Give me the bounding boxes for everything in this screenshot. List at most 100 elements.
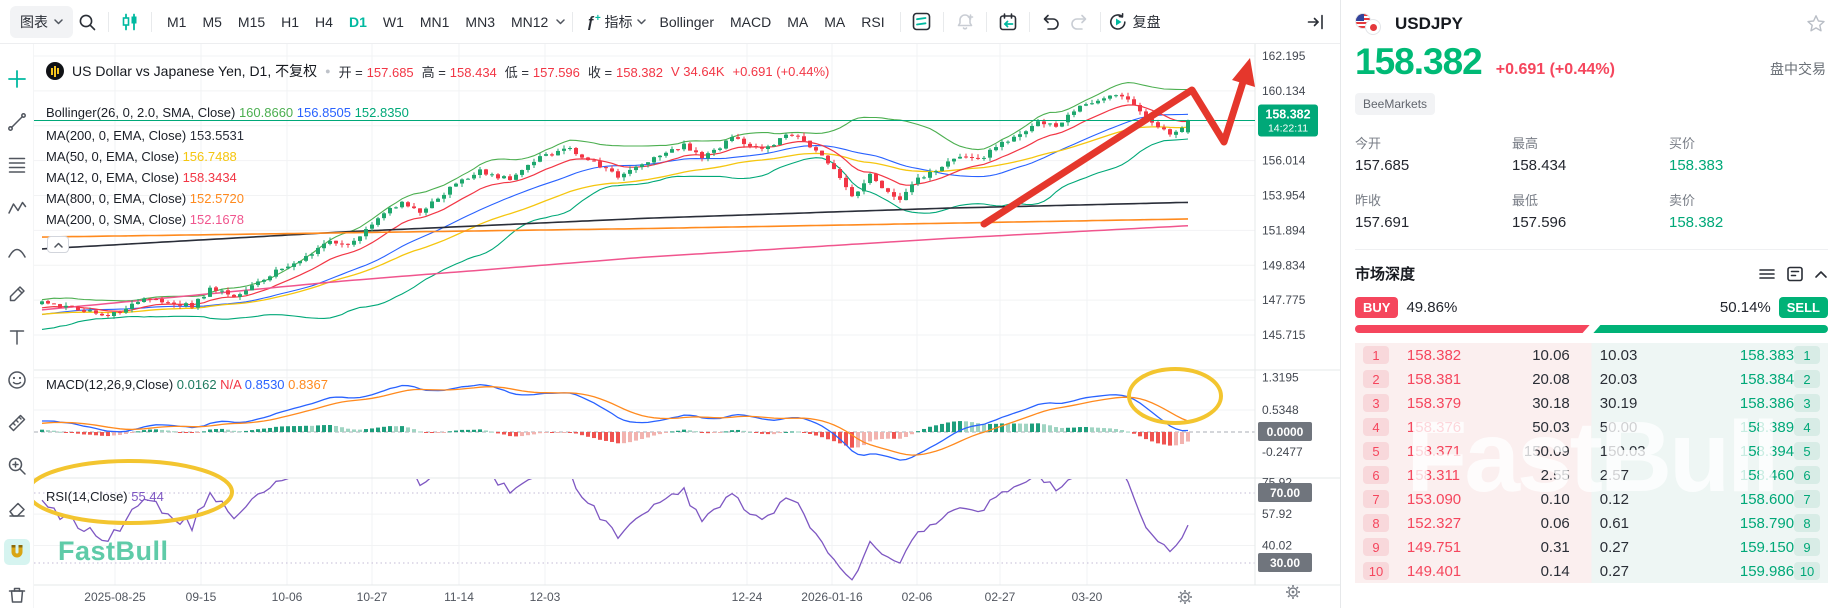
chart-type-menu[interactable]: 图表: [10, 6, 73, 38]
indicator-shortcut-macd[interactable]: MACD: [722, 14, 779, 30]
stat-prev-close: 昨收157.691: [1355, 190, 1512, 231]
undo-icon[interactable]: [1037, 8, 1065, 36]
market-depth-title: 市场深度: [1355, 263, 1415, 284]
depth-table[interactable]: 1158.38210.0610.03158.38312158.38120.082…: [1355, 343, 1828, 583]
buy-price: 158.381: [1407, 371, 1503, 388]
buy-volume: 50.03: [1503, 419, 1570, 436]
close-label: 收 =: [588, 65, 612, 80]
low-label: 低 =: [505, 65, 529, 80]
collapse-depth-icon[interactable]: [1814, 269, 1828, 279]
curve-tool-icon[interactable]: [4, 238, 30, 264]
timeframe-chevron-down-icon[interactable]: [556, 19, 565, 25]
text-tool-icon[interactable]: [4, 324, 30, 350]
toolbar-divider: [572, 12, 573, 32]
replay-button[interactable]: 复盘: [1108, 12, 1161, 32]
buy-volume: 2.55: [1503, 467, 1570, 484]
volume-value: V 34.64K: [671, 64, 725, 79]
broker-tag[interactable]: BeeMarkets: [1355, 93, 1435, 115]
svg-text:03-20: 03-20: [1072, 590, 1103, 604]
tab-timeframe-mn12[interactable]: MN12: [503, 0, 556, 44]
indicator-shortcut-bollinger[interactable]: Bollinger: [652, 14, 722, 30]
currency-pair-flags-icon: [1355, 13, 1385, 35]
tab-timeframe-mn3[interactable]: MN3: [457, 0, 503, 44]
depth-row[interactable]: 3158.37930.1830.19158.3863: [1355, 391, 1828, 415]
collapse-panel-icon[interactable]: [1302, 8, 1330, 36]
macd-legend: MACD(12,26,9,Close) 0.0162 N/A 0.8530 0.…: [46, 376, 328, 394]
legend-collapse-button[interactable]: [47, 236, 69, 253]
sell-volume: 0.12: [1600, 491, 1674, 508]
chart-area[interactable]: 162.195160.134156.014153.954151.894149.8…: [34, 44, 1340, 608]
depth-row[interactable]: 7153.0900.100.12158.6007: [1355, 487, 1828, 511]
depth-row[interactable]: 2158.38120.0820.03158.3842: [1355, 367, 1828, 391]
favorite-star-icon[interactable]: [1806, 14, 1826, 34]
tab-timeframe-m1[interactable]: M1: [159, 0, 194, 44]
sell-volume: 30.19: [1600, 395, 1674, 412]
status-dot: ●: [325, 66, 330, 76]
depth-row[interactable]: 9149.7510.310.27159.1509: [1355, 535, 1828, 559]
chart-title: US Dollar vs Japanese Yen, D1, 不复权: [72, 61, 317, 81]
buy-price: 149.401: [1407, 563, 1503, 580]
buy-price: 158.382: [1407, 347, 1503, 364]
trading-app: 图表 M1 M5 M15 H1 H4 D1 W1 MN1 MN3 MN12 ƒ+…: [0, 0, 1842, 608]
depth-row[interactable]: 4158.37650.0350.00158.3894: [1355, 415, 1828, 439]
redo-icon[interactable]: [1065, 8, 1093, 36]
candlestick-style-icon[interactable]: [116, 8, 144, 36]
indicators-menu[interactable]: ƒ+ 指标: [580, 12, 651, 32]
price-change: +0.691 (+0.44%): [1496, 61, 1615, 79]
magnet-tool-icon[interactable]: [4, 539, 30, 565]
indicator-shortcut-ma2[interactable]: MA: [816, 14, 853, 30]
svg-text:149.834: 149.834: [1262, 258, 1306, 272]
svg-text:10-27: 10-27: [357, 590, 388, 604]
emoji-tool-icon[interactable]: [4, 367, 30, 393]
buy-price: 158.376: [1407, 419, 1503, 436]
svg-text:160.134: 160.134: [1262, 84, 1306, 98]
tab-timeframe-m5[interactable]: M5: [194, 0, 229, 44]
depth-panel-view-icon[interactable]: [1786, 266, 1804, 282]
depth-row[interactable]: 6158.3112.552.57158.4606: [1355, 463, 1828, 487]
delete-drawing-tool-icon[interactable]: [4, 582, 30, 608]
depth-row[interactable]: 5158.371150.09150.03158.3945: [1355, 439, 1828, 463]
tab-timeframe-mn1[interactable]: MN1: [412, 0, 458, 44]
tab-timeframe-h1[interactable]: H1: [273, 0, 307, 44]
depth-row[interactable]: 8152.3270.060.61158.7908: [1355, 511, 1828, 535]
sell-rank-pill: 7: [1794, 490, 1820, 508]
depth-list-view-icon[interactable]: [1758, 266, 1776, 282]
zoom-in-tool-icon[interactable]: [4, 453, 30, 479]
depth-row[interactable]: 1158.38210.0610.03158.3831: [1355, 343, 1828, 367]
macd-line-value: 0.8530: [245, 377, 285, 392]
brush-tool-icon[interactable]: [4, 281, 30, 307]
stat-low: 最低157.596: [1512, 190, 1669, 231]
last-price: 158.382: [1355, 41, 1482, 83]
chevron-down-icon: [637, 19, 646, 25]
indicator-shortcut-rsi[interactable]: RSI: [853, 14, 892, 30]
ma-legend: MA(200, 0, SMA, Close) 152.1678: [46, 211, 244, 229]
sell-volume: 0.27: [1600, 563, 1674, 580]
trend-line-tool-icon[interactable]: [4, 109, 30, 135]
layout-templates-icon[interactable]: [908, 8, 936, 36]
tab-timeframe-m15[interactable]: M15: [230, 0, 273, 44]
toolbar-divider: [900, 12, 901, 32]
sell-rank-pill: 3: [1794, 394, 1820, 412]
svg-text:02-27: 02-27: [985, 590, 1016, 604]
svg-text:147.775: 147.775: [1262, 293, 1306, 307]
buy-volume: 20.08: [1503, 371, 1570, 388]
search-icon[interactable]: [73, 8, 101, 36]
sell-price: 158.394: [1674, 443, 1794, 460]
bollinger-lower-value: 152.8350: [355, 105, 409, 120]
economic-calendar-icon[interactable]: [994, 8, 1022, 36]
tab-timeframe-d1[interactable]: D1: [341, 0, 375, 44]
tab-timeframe-w1[interactable]: W1: [375, 0, 412, 44]
session-status: 盘中交易: [1770, 59, 1826, 79]
alert-bell-icon[interactable]: [951, 8, 979, 36]
fib-retracement-tool-icon[interactable]: [4, 152, 30, 178]
tab-timeframe-h4[interactable]: H4: [307, 0, 341, 44]
indicator-shortcut-ma1[interactable]: MA: [779, 14, 816, 30]
crosshair-tool-icon[interactable]: [4, 66, 30, 92]
wave-pattern-tool-icon[interactable]: [4, 195, 30, 221]
ruler-tool-icon[interactable]: [4, 410, 30, 436]
eraser-tool-icon[interactable]: [4, 496, 30, 522]
buy-rank-pill: 9: [1363, 538, 1389, 556]
svg-text:0.0000: 0.0000: [1267, 425, 1304, 439]
depth-row[interactable]: 10149.4010.140.27159.98610: [1355, 559, 1828, 583]
chevron-down-icon: [54, 19, 63, 25]
